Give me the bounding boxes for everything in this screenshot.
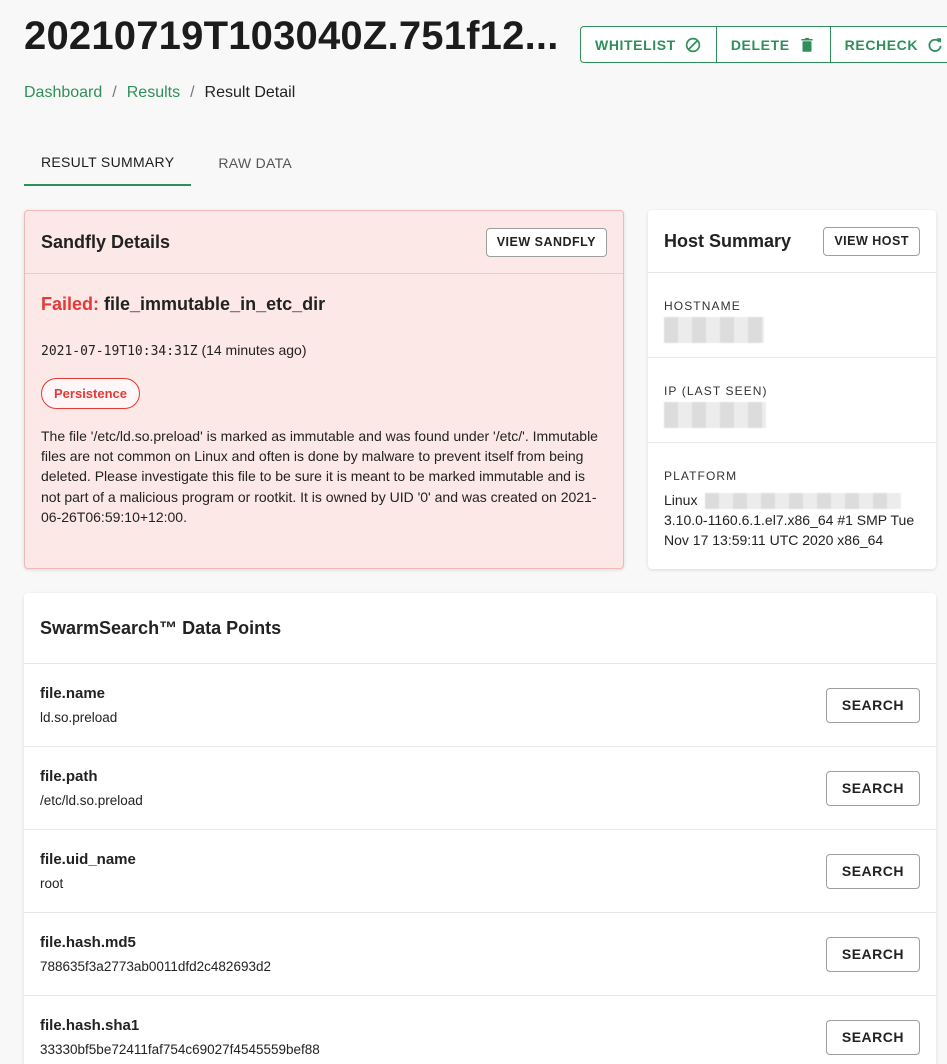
data-point-key: file.name: [40, 685, 106, 702]
data-point-key: file.path: [40, 768, 98, 785]
persistence-tag: Persistence: [41, 378, 140, 409]
sandfly-result-line: Failed: file_immutable_in_etc_dir: [41, 294, 607, 315]
data-point-key: file.hash.sha1: [40, 1017, 140, 1034]
trash-icon: [801, 37, 813, 52]
delete-label: DELETE: [730, 36, 790, 53]
data-point-value: 788635f3a2773ab0011dfd2c482693d2: [40, 959, 271, 974]
sandfly-name: file_immutable_in_etc_dir: [104, 294, 326, 314]
data-point: file.hash.sha1 33330bf5be72411faf754c690…: [40, 1017, 320, 1057]
sandfly-details-card: Sandfly Details VIEW SANDFLY Failed: fil…: [24, 210, 624, 569]
search-button[interactable]: SEARCH: [825, 770, 920, 806]
page-title: 20210719T103040Z.751f12...: [24, 14, 559, 58]
data-point-key: file.hash.md5: [40, 934, 136, 951]
view-sandfly-button[interactable]: VIEW SANDFLY: [485, 227, 607, 257]
swarmsearch-card: SwarmSearch™ Data Points file.name ld.so…: [24, 593, 936, 1064]
block-icon: [685, 37, 701, 52]
data-point-value: /etc/ld.so.preload: [40, 793, 143, 808]
tab-result-summary[interactable]: RESULT SUMMARY: [24, 140, 192, 186]
hostname-label: HOSTNAME: [664, 299, 741, 313]
sandfly-card-header: Sandfly Details VIEW SANDFLY: [25, 211, 623, 274]
whitelist-label: WHITELIST: [595, 36, 676, 53]
host-hostname-section: HOSTNAME: [648, 273, 936, 358]
sandfly-description: The file '/etc/ld.so.preload' is marked …: [41, 428, 598, 525]
data-point-key: file.uid_name: [40, 851, 136, 868]
action-button-group: WHITELIST DELETE RECHECK: [580, 26, 947, 63]
data-point: file.path /etc/ld.so.preload: [40, 768, 143, 808]
tab-bar: RESULT SUMMARY RAW DATA: [24, 140, 309, 186]
recheck-label: RECHECK: [844, 36, 919, 53]
platform-label: PLATFORM: [664, 469, 738, 483]
platform-value: Linux 3.10.0-1160.6.1.el7.x86_64 #1 SMP …: [664, 490, 920, 550]
host-summary-card: Host Summary VIEW HOST HOSTNAME IP (LAST…: [648, 210, 936, 569]
sandfly-timestamp-line: 2021-07-19T10:34:31Z (14 minutes ago): [41, 342, 607, 359]
breadcrumb-dashboard[interactable]: Dashboard: [24, 84, 102, 102]
search-button[interactable]: SEARCH: [825, 687, 920, 723]
host-platform-section: PLATFORM Linux 3.10.0-1160.6.1.el7.x86_6…: [648, 443, 936, 550]
data-point-row: file.hash.md5 788635f3a2773ab0011dfd2c48…: [24, 913, 936, 996]
breadcrumb-results[interactable]: Results: [127, 84, 180, 102]
data-point-value: root: [40, 876, 64, 891]
breadcrumb-separator: /: [112, 84, 117, 101]
platform-kernel: 3.10.0-1160.6.1.el7.x86_64 #1 SMP Tue No…: [664, 512, 915, 548]
data-point-value: 33330bf5be72411faf754c69027f4545559bef88: [40, 1042, 320, 1057]
data-point: file.uid_name root: [40, 851, 136, 891]
host-card-title: Host Summary: [664, 230, 792, 251]
whitelist-button[interactable]: WHITELIST: [581, 27, 717, 62]
ip-label: IP (LAST SEEN): [664, 384, 768, 398]
search-button[interactable]: SEARCH: [825, 853, 920, 889]
data-point: file.hash.md5 788635f3a2773ab0011dfd2c48…: [40, 934, 271, 974]
sandfly-timestamp: 2021-07-19T10:34:31Z: [41, 344, 198, 359]
tab-raw-data[interactable]: RAW DATA: [201, 140, 309, 186]
data-point-row: file.path /etc/ld.so.preload SEARCH: [24, 747, 936, 830]
host-ip-section: IP (LAST SEEN): [648, 358, 936, 443]
search-button[interactable]: SEARCH: [825, 936, 920, 972]
breadcrumb: Dashboard / Results / Result Detail: [24, 84, 295, 102]
delete-button[interactable]: DELETE: [717, 27, 831, 62]
refresh-icon: [928, 37, 942, 52]
swarmsearch-header: SwarmSearch™ Data Points: [24, 593, 936, 664]
search-button[interactable]: SEARCH: [825, 1019, 920, 1055]
view-host-button[interactable]: VIEW HOST: [823, 226, 920, 256]
data-point-row: file.hash.sha1 33330bf5be72411faf754c690…: [24, 996, 936, 1064]
swarmsearch-title: SwarmSearch™ Data Points: [40, 617, 282, 638]
redacted-platform: [705, 493, 902, 510]
breadcrumb-separator: /: [190, 84, 195, 101]
hostname-value: [664, 317, 920, 343]
sandfly-card-title: Sandfly Details: [41, 231, 171, 252]
data-point-row: file.uid_name root SEARCH: [24, 830, 936, 913]
redacted-hostname: [664, 317, 764, 343]
redacted-ip: [664, 402, 766, 428]
data-point-row: file.name ld.so.preload SEARCH: [24, 664, 936, 747]
data-point: file.name ld.so.preload: [40, 685, 117, 725]
ip-value: [664, 402, 920, 428]
host-card-header: Host Summary VIEW HOST: [648, 210, 936, 273]
failed-status: Failed:: [41, 294, 100, 314]
data-point-value: ld.so.preload: [40, 710, 118, 725]
sandfly-relative-time: (14 minutes ago): [201, 342, 307, 358]
breadcrumb-current: Result Detail: [204, 84, 296, 101]
sandfly-card-body: Failed: file_immutable_in_etc_dir 2021-0…: [25, 274, 623, 547]
recheck-button[interactable]: RECHECK: [831, 27, 947, 62]
platform-prefix: Linux: [664, 492, 698, 508]
